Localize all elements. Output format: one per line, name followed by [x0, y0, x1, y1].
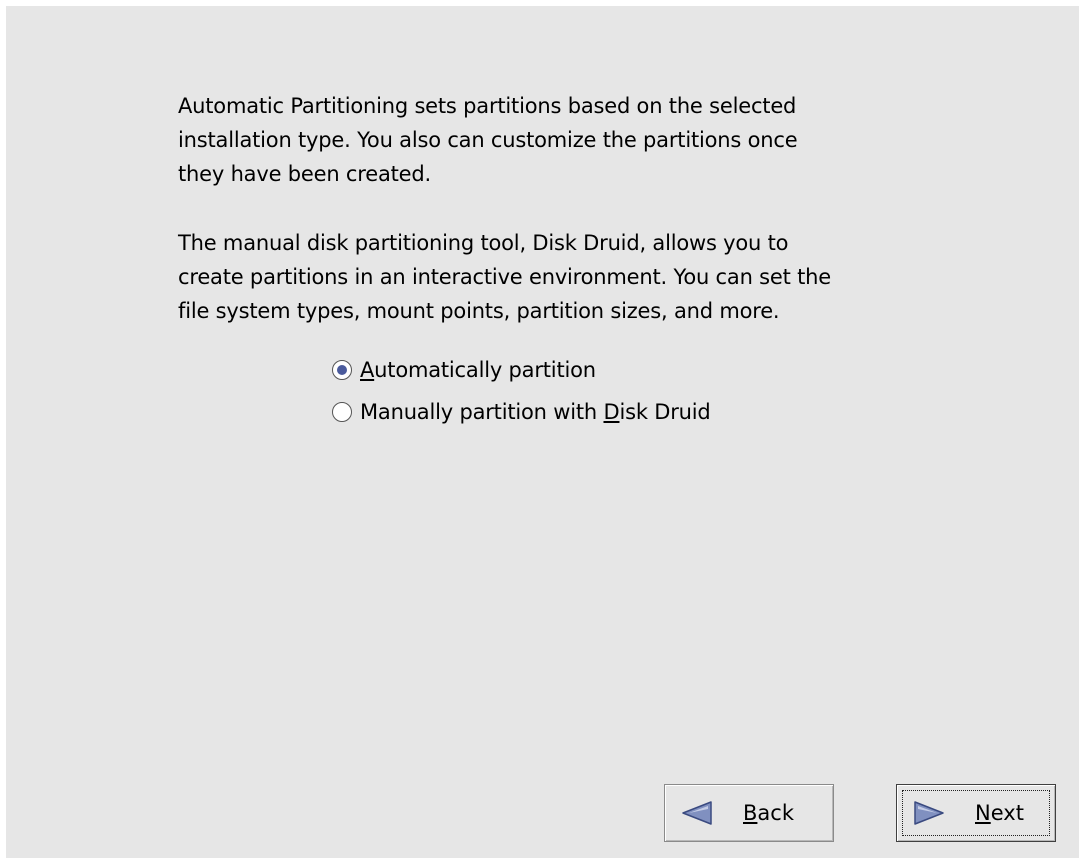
left-arrow-icon — [682, 801, 712, 825]
label-text: ack — [757, 801, 794, 825]
label-text: ext — [990, 801, 1024, 825]
label-text: utomatically partition — [374, 358, 596, 382]
label-text: Manually partition with — [360, 400, 604, 424]
auto-partition-label[interactable]: Automatically partition — [360, 358, 596, 382]
mnemonic: B — [743, 801, 758, 825]
back-button[interactable]: Back — [664, 784, 834, 842]
auto-partition-description: Automatic Partitioning sets partitions b… — [178, 89, 938, 191]
description-line: The manual disk partitioning tool, Disk … — [178, 231, 789, 255]
right-arrow-icon — [914, 801, 944, 825]
description-line: installation type. You also can customiz… — [178, 128, 798, 152]
next-button[interactable]: Next — [896, 784, 1056, 842]
manual-partition-description: The manual disk partitioning tool, Disk … — [178, 226, 938, 328]
back-button-label: Back — [743, 801, 794, 825]
description-line: they have been created. — [178, 162, 431, 186]
mnemonic: A — [360, 358, 375, 382]
manual-partition-option[interactable]: Manually partition with Disk Druid — [332, 395, 711, 429]
manual-partition-label[interactable]: Manually partition with Disk Druid — [360, 400, 711, 424]
next-button-label: Next — [975, 801, 1024, 825]
description-line: file system types, mount points, partiti… — [178, 299, 780, 323]
description-line: Automatic Partitioning sets partitions b… — [178, 94, 797, 118]
mnemonic: D — [603, 400, 620, 424]
auto-partition-radio[interactable] — [332, 360, 352, 380]
auto-partition-option[interactable]: Automatically partition — [332, 353, 596, 387]
label-text: isk Druid — [619, 400, 711, 424]
description-line: create partitions in an interactive envi… — [178, 265, 831, 289]
manual-partition-radio[interactable] — [332, 402, 352, 422]
mnemonic: N — [975, 801, 991, 825]
